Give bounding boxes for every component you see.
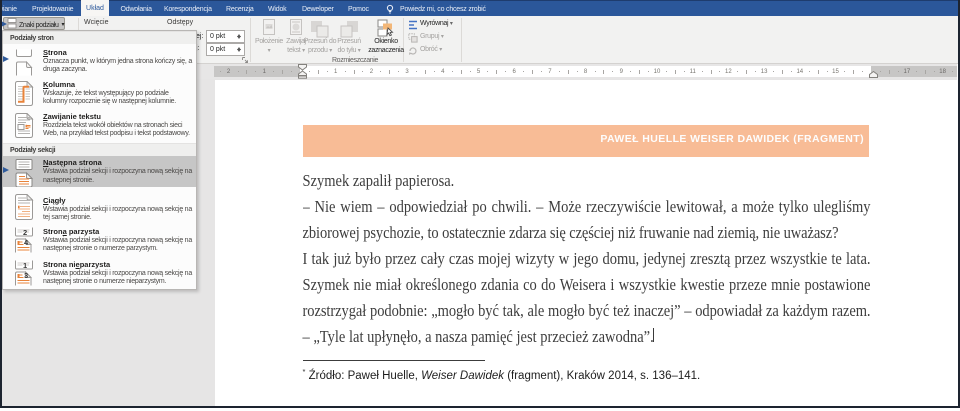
svg-text:1: 1 (23, 261, 27, 270)
svg-text:2: 2 (23, 228, 27, 237)
svg-text:3: 3 (24, 271, 28, 280)
